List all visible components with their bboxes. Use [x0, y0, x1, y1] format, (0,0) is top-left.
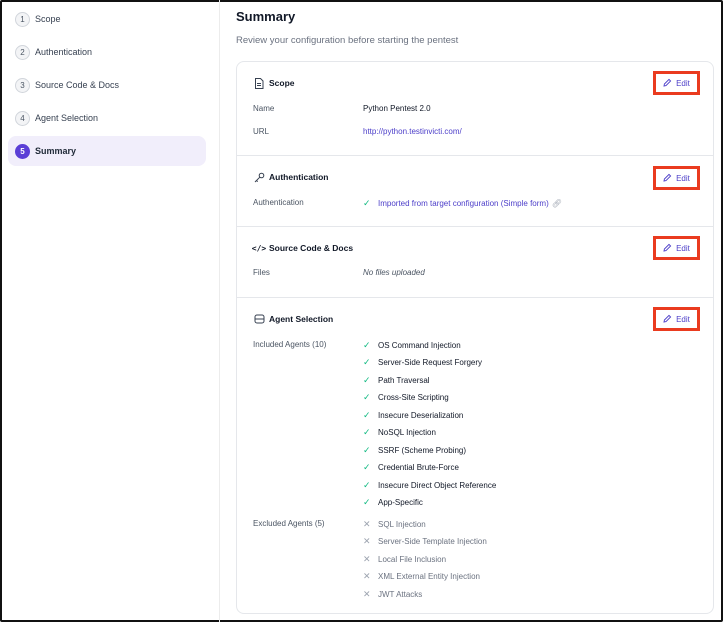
x-icon: ✕ [363, 553, 371, 564]
check-icon: ✓ [363, 374, 371, 385]
url-label: URL [253, 127, 270, 136]
step-number: 5 [15, 143, 30, 159]
check-icon: ✓ [363, 197, 371, 208]
page-title: Summary [236, 9, 296, 24]
scope-heading: Scope [253, 77, 295, 89]
step-number: 3 [15, 77, 30, 93]
check-icon: ✓ [363, 339, 371, 350]
step-scope[interactable]: 1 Scope [8, 4, 206, 34]
check-icon: ✓ [363, 462, 371, 472]
step-agent-selection[interactable]: 4 Agent Selection [8, 103, 206, 133]
step-label: Source Code & Docs [35, 80, 120, 90]
list-item: ✓ Server-Side Request Forgery [363, 357, 483, 367]
main-header: Summary Review your configuration before… [236, 0, 714, 46]
step-summary[interactable]: 5 Summary [8, 136, 206, 166]
edit-scope-button[interactable]: Edit [653, 71, 700, 95]
scope-section: Scope Edit Name Python Pentest 2.0 URL h… [237, 62, 713, 155]
name-label: Name [253, 104, 275, 113]
list-item: ✓ Path Traversal [363, 374, 430, 385]
list-item: ✕ XML External Entity Injection [363, 571, 480, 581]
step-number: 2 [15, 44, 30, 60]
check-icon: ✓ [363, 357, 371, 367]
step-label: Agent Selection [35, 113, 99, 123]
step-label: Scope [35, 14, 61, 24]
list-item: ✓ OS Command Injection [363, 339, 461, 350]
x-icon: ✕ [363, 571, 371, 581]
authentication-value: ✓ Imported from target configuration (Si… [363, 197, 562, 208]
code-icon: </> [251, 243, 267, 253]
check-icon: ✓ [363, 444, 371, 455]
list-item: ✓ Cross-Site Scripting [363, 392, 449, 402]
list-item: ✓ SSRF (Scheme Probing) [363, 444, 467, 455]
list-item: ✕ SQL Injection [363, 518, 426, 529]
pencil-icon [663, 173, 672, 184]
included-agents-label: Included Agents (10) [253, 340, 327, 349]
edit-authentication-button[interactable]: Edit [653, 166, 700, 190]
list-item: ✓ App-Specific [363, 497, 423, 507]
stepper-sidebar: 1 Scope 2 Authentication 3 Source Code &… [8, 2, 206, 169]
edit-agent-selection-button[interactable]: Edit [653, 307, 700, 331]
document-icon [253, 77, 265, 89]
source-code-heading: </> Source Code & Docs [251, 243, 354, 253]
step-label: Summary [35, 146, 77, 156]
authentication-label: Authentication [253, 198, 304, 207]
files-label: Files [253, 268, 270, 277]
agent-selection-heading: Agent Selection [253, 313, 333, 325]
step-authentication[interactable]: 2 Authentication [8, 37, 206, 67]
list-item: ✓ NoSQL Injection [363, 427, 436, 437]
check-icon: ✓ [363, 427, 371, 437]
sidebar-divider [219, 0, 220, 622]
link-icon: 🔗︎ [551, 198, 562, 208]
source-code-section: </> Source Code & Docs Edit Files No fil… [237, 226, 713, 297]
pencil-icon [663, 243, 672, 254]
pencil-icon [663, 78, 672, 89]
step-source-code-docs[interactable]: 3 Source Code & Docs [8, 70, 206, 100]
check-icon: ✓ [363, 497, 371, 507]
x-icon: ✕ [363, 536, 371, 546]
files-value: No files uploaded [363, 268, 425, 277]
step-number: 4 [15, 110, 30, 126]
summary-card: Scope Edit Name Python Pentest 2.0 URL h… [236, 61, 714, 614]
x-icon: ✕ [363, 588, 371, 599]
step-label: Authentication [35, 47, 93, 57]
check-icon: ✓ [363, 479, 371, 490]
agent-selection-section: Agent Selection Edit Included Agents (10… [237, 297, 713, 615]
list-item: ✕ Local File Inclusion [363, 553, 447, 564]
step-number: 1 [15, 11, 30, 27]
authentication-section: Authentication Edit Authentication ✓ Imp… [237, 155, 713, 226]
key-icon [253, 171, 265, 183]
excluded-agents-label: Excluded Agents (5) [253, 519, 325, 528]
x-icon: ✕ [363, 518, 371, 529]
list-item: ✓ Insecure Direct Object Reference [363, 479, 497, 490]
list-item: ✓ Insecure Deserialization [363, 409, 464, 420]
url-link[interactable]: http://python.testinvicti.com/ [363, 127, 462, 136]
check-icon: ✓ [363, 392, 371, 402]
page-subtitle: Review your configuration before startin… [236, 35, 459, 46]
authentication-heading: Authentication [253, 171, 329, 183]
name-value: Python Pentest 2.0 [363, 104, 431, 113]
edit-source-code-button[interactable]: Edit [653, 236, 700, 260]
list-item: ✕ JWT Attacks [363, 588, 423, 599]
list-item: ✕ Server-Side Template Injection [363, 536, 487, 546]
pencil-icon [663, 314, 672, 325]
database-icon [253, 313, 265, 325]
check-icon: ✓ [363, 409, 371, 420]
list-item: ✓ Credential Brute-Force [363, 462, 459, 472]
